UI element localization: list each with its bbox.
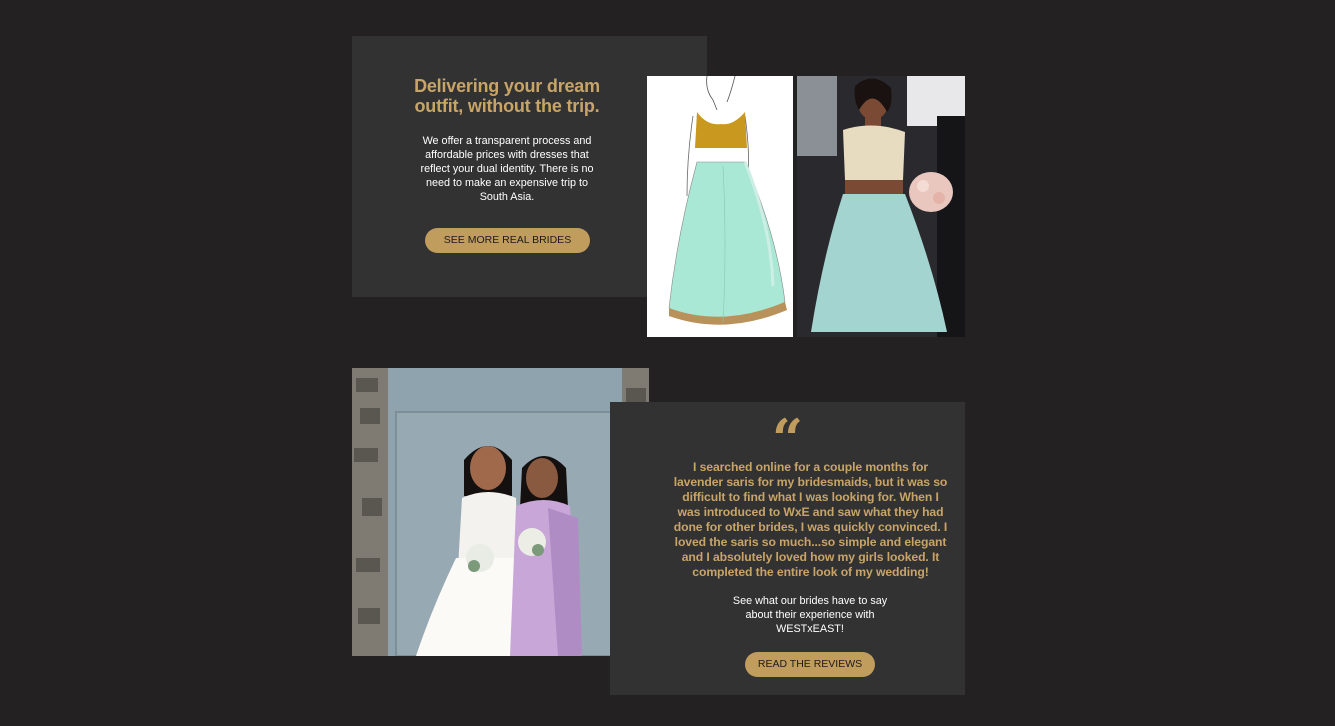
quote-line: was introduced to WxE and saw what they …	[677, 505, 944, 519]
read-the-reviews-button[interactable]: READ THE REVIEWS	[745, 652, 875, 677]
quote-mark-icon: “	[771, 407, 804, 471]
quote-line: lavender saris for my bridesmaids, but i…	[673, 475, 948, 489]
bride-and-bridesmaid-image	[352, 368, 649, 656]
testimonial-content: “ I searched online for a couple months …	[610, 402, 965, 695]
promo-body: We offer a transparent process and affor…	[410, 134, 604, 204]
sketch-and-bride-illustration	[647, 76, 965, 337]
quote-line: I searched online for a couple months fo…	[693, 460, 928, 474]
quote-line: loved the saris so much...so simple and …	[674, 535, 947, 549]
promo-body-line: need to make an expensive trip to	[425, 177, 589, 189]
promo-body-line: We offer a transparent process and	[422, 135, 592, 147]
quote-line: difficult to find what I was looking for…	[682, 490, 939, 504]
see-more-real-brides-button[interactable]: SEE MORE REAL BRIDES	[425, 228, 590, 253]
promo-headline-line: Delivering your dream	[414, 76, 600, 96]
reviews-intro-line: about their experience with	[745, 609, 875, 621]
quote-line: done for other brides, I was quickly con…	[673, 520, 948, 534]
quote-line: completed the entire look of my wedding!	[692, 565, 929, 579]
promo-headline: Delivering your dream outfit, without th…	[402, 76, 612, 116]
reviews-intro-line: See what our brides have to say	[732, 595, 888, 607]
promo-body-line: South Asia.	[479, 191, 535, 203]
promo-headline-line: outfit, without the trip.	[414, 96, 600, 116]
promo-content: Delivering your dream outfit, without th…	[352, 36, 662, 297]
promo-body-line: affordable prices with dresses that	[425, 149, 589, 161]
bride-and-bridesmaid-illustration	[352, 368, 649, 656]
quote-line: and I absolutely loved how my girls look…	[681, 550, 940, 564]
sketch-and-bride-image	[647, 76, 965, 337]
reviews-intro: See what our brides have to say about th…	[720, 594, 900, 636]
promo-body-line: reflect your dual identity. There is no	[420, 163, 594, 175]
testimonial-quote: I searched online for a couple months fo…	[668, 460, 953, 580]
page: Delivering your dream outfit, without th…	[0, 0, 1335, 726]
reviews-intro-line: WESTxEAST!	[776, 623, 844, 635]
